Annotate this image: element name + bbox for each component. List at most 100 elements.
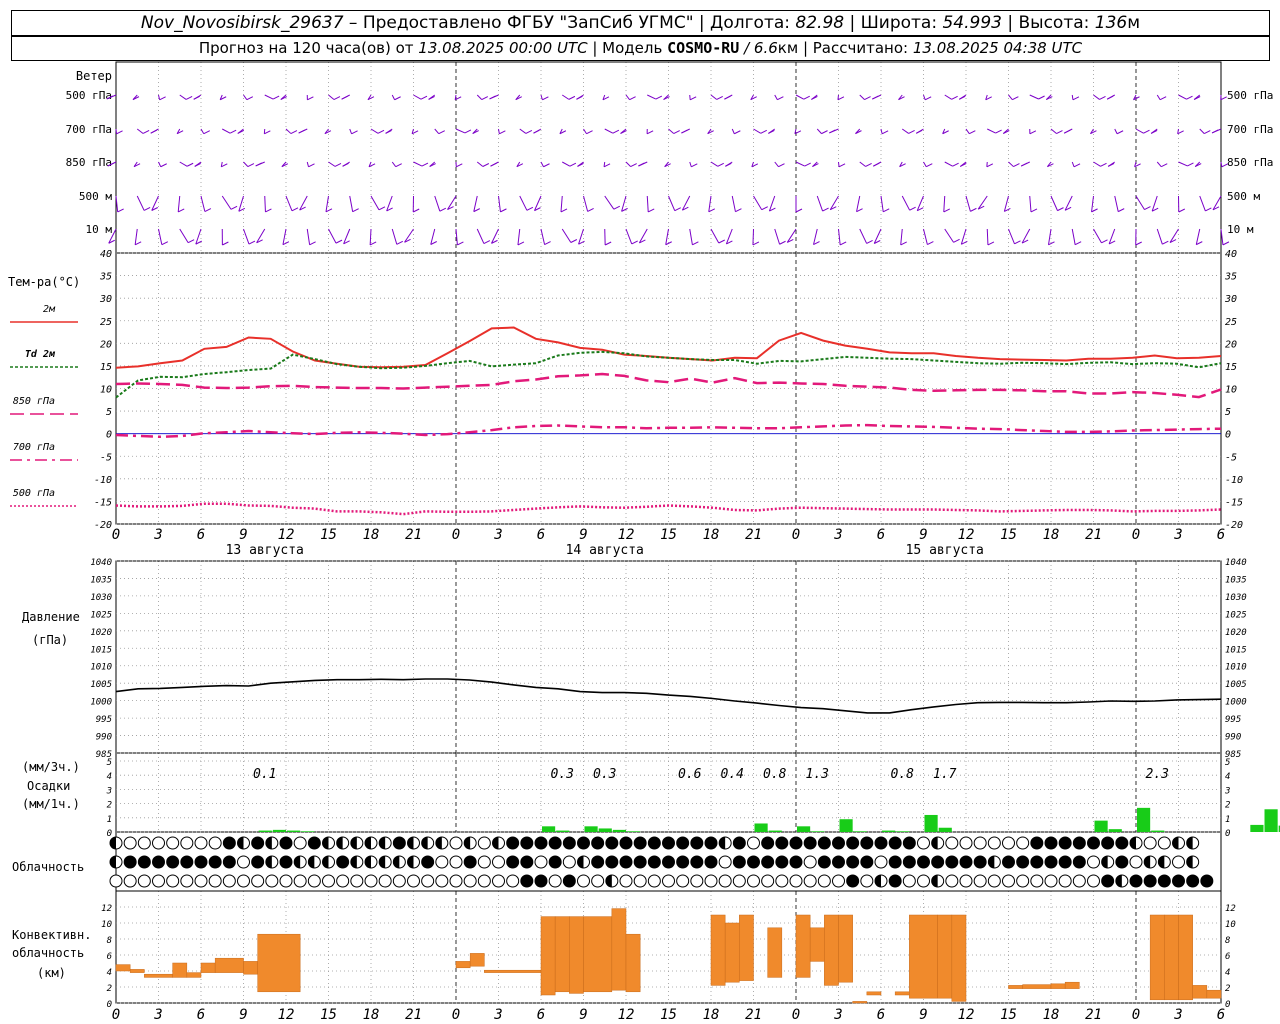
wind-barb-flag bbox=[1162, 240, 1169, 245]
wind-barb bbox=[944, 228, 954, 243]
wind-barb-flag bbox=[396, 240, 404, 245]
cloud-cover-symbol bbox=[137, 855, 151, 869]
precip-ytick-left: 0 bbox=[107, 829, 112, 839]
wind-barb bbox=[136, 128, 144, 134]
convective-bar bbox=[1178, 914, 1193, 1001]
cloud-cover-symbol bbox=[279, 874, 293, 888]
cloud-cover-symbol bbox=[463, 855, 477, 869]
wind-barb bbox=[901, 195, 911, 211]
precip-bar bbox=[556, 830, 570, 832]
cloud-cover-symbol bbox=[945, 836, 959, 850]
wind-barb bbox=[1008, 228, 1015, 245]
convective-time-label: 15 bbox=[1000, 1007, 1017, 1023]
pressure-ytick-right: 990 bbox=[1225, 733, 1241, 743]
cloud-cover-half bbox=[393, 856, 400, 868]
pressure-ytick-right: 1020 bbox=[1225, 628, 1247, 638]
wind-barb bbox=[859, 94, 865, 100]
temp-time-label: 18 bbox=[363, 527, 380, 543]
convective-time-label: 0 bbox=[1132, 1007, 1140, 1023]
wind-barb-flag bbox=[777, 96, 784, 101]
cloud-cover-half bbox=[988, 856, 995, 868]
wind-barb-flag bbox=[725, 162, 732, 167]
precip-bar bbox=[938, 827, 952, 832]
cloud-cover-half bbox=[350, 837, 357, 849]
wind-barb-flag bbox=[412, 208, 420, 213]
temp-ytick-right: -10 bbox=[1225, 475, 1243, 486]
wind-barb bbox=[370, 128, 379, 134]
wind-barb-flag bbox=[795, 208, 803, 213]
precip-bar bbox=[301, 831, 315, 832]
cloud-cover-symbol bbox=[1002, 836, 1015, 850]
precip-3h-label: 1.3 bbox=[806, 767, 829, 782]
cloud-cover-symbol bbox=[888, 855, 902, 869]
cloud-cover-symbol bbox=[888, 836, 902, 850]
wind-barb-flag bbox=[916, 129, 923, 134]
wind-barb-flag bbox=[483, 240, 491, 245]
wind-barb bbox=[560, 195, 563, 212]
cloud-cover-symbol bbox=[761, 874, 775, 888]
wind-barb-flag bbox=[248, 240, 256, 245]
wind-barb-flag bbox=[1222, 241, 1230, 246]
wind-barb-flag bbox=[951, 95, 958, 100]
wind-barb bbox=[328, 228, 337, 244]
cloud-cover-symbol bbox=[506, 855, 520, 869]
wind-barb-flag bbox=[716, 96, 723, 100]
cloud-cover-half bbox=[350, 856, 357, 868]
cloud-cover-symbol bbox=[392, 874, 406, 888]
cloud-cover-symbol bbox=[577, 836, 590, 850]
cloud-cover-half bbox=[577, 856, 584, 868]
convective-ytick-left: 10 bbox=[101, 920, 112, 930]
cloud-cover-symbol bbox=[152, 874, 165, 888]
cloud-cover-half bbox=[365, 856, 371, 868]
temp-legend-label: 850 гПа bbox=[13, 396, 55, 407]
cloud-cover-symbol bbox=[917, 855, 930, 869]
wind-barb-flag bbox=[924, 96, 932, 101]
cloud-cover-symbol bbox=[194, 855, 208, 869]
cloud-cover-symbol bbox=[1058, 855, 1072, 869]
temp-ytick-right: 35 bbox=[1224, 272, 1237, 283]
convective-ytick-right: 0 bbox=[1225, 1000, 1230, 1010]
cloud-cover-symbol bbox=[520, 874, 534, 888]
cloud-cover-symbol bbox=[1030, 836, 1044, 850]
temp-ytick-right: 25 bbox=[1225, 317, 1237, 328]
cloud-cover-symbol bbox=[137, 874, 151, 888]
convective-time-label: 18 bbox=[1043, 1007, 1060, 1023]
cloud-cover-half bbox=[407, 837, 414, 849]
cloud-cover-symbol bbox=[208, 855, 222, 869]
temp-ytick-right: 15 bbox=[1225, 362, 1237, 373]
wind-barb-flag bbox=[881, 130, 889, 135]
temp-ytick-left: 35 bbox=[99, 272, 112, 283]
wind-barb bbox=[625, 161, 632, 167]
cloud-cover-symbol bbox=[152, 836, 165, 850]
precip-3h-label: 0.8 bbox=[763, 767, 787, 782]
precip-bar bbox=[811, 831, 825, 832]
convective-bar bbox=[739, 914, 754, 981]
wind-barb bbox=[264, 195, 266, 213]
wind-level-label-right: 700 гПа bbox=[1227, 123, 1273, 136]
cloud-cover-symbol bbox=[591, 855, 605, 869]
temp-time-label: 15 bbox=[660, 527, 677, 543]
wind-barb-flag bbox=[761, 206, 768, 211]
wind-barb-flag bbox=[160, 163, 167, 168]
temp-time-label: 9 bbox=[239, 527, 247, 543]
pressure-ytick-left: 990 bbox=[96, 733, 112, 743]
pressure-ytick-left: 1025 bbox=[90, 610, 112, 620]
temp-ytick-right: 10 bbox=[1225, 385, 1237, 396]
wind-barb-flag bbox=[569, 162, 577, 167]
wind-barb-flag bbox=[673, 130, 680, 134]
cloud-cover-symbol bbox=[534, 874, 548, 888]
convective-bar bbox=[767, 927, 783, 978]
cloud-cover-symbol bbox=[463, 874, 477, 888]
wind-barb-flag bbox=[185, 95, 193, 100]
cloud-cover-symbol bbox=[1143, 874, 1157, 888]
cloud-cover-symbol bbox=[1016, 836, 1030, 850]
cloud-cover-half bbox=[336, 837, 343, 849]
cloud-cover-symbol bbox=[449, 874, 463, 888]
cloud-cover-symbol bbox=[492, 855, 505, 869]
wind-barb-flag bbox=[612, 129, 620, 134]
cloud-cover-symbol bbox=[307, 874, 321, 888]
convective-time-label: 9 bbox=[579, 1007, 587, 1023]
wind-barb bbox=[328, 94, 335, 100]
pressure-ytick-left: 1020 bbox=[90, 628, 112, 638]
wind-barb-flag bbox=[1091, 208, 1098, 213]
